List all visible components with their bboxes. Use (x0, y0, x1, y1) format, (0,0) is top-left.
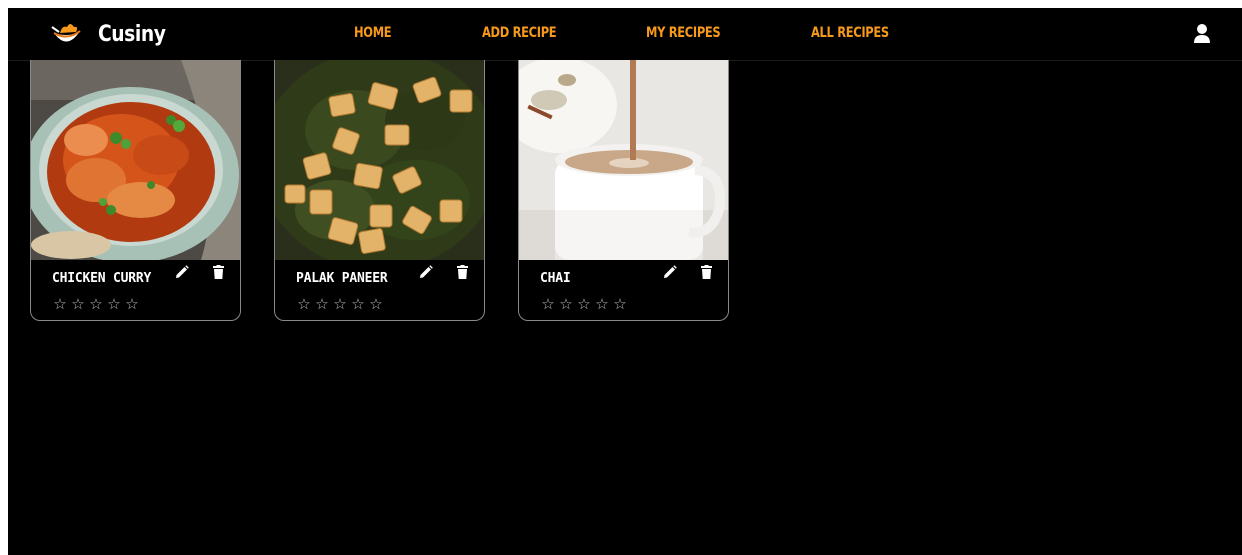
rating-star[interactable]: ☆ (367, 295, 385, 313)
rating-star[interactable]: ☆ (331, 295, 349, 313)
nav-home[interactable]: HOME (354, 25, 392, 41)
nav-all-recipes[interactable]: ALL RECIPES (811, 25, 889, 41)
pencil-icon (176, 265, 189, 278)
trash-icon (700, 265, 712, 279)
delete-button[interactable] (697, 261, 715, 283)
brand-name: Cusiny (98, 21, 166, 47)
nav-add-recipe[interactable]: ADD RECIPE (482, 25, 557, 41)
trash-icon (212, 265, 224, 279)
app-root: Cusiny HOME ADD RECIPE MY RECIPES ALL RE… (8, 8, 1242, 555)
chef-hat-logo-icon (51, 24, 81, 42)
rating-star[interactable]: ☆ (611, 295, 629, 313)
recipe-title: CHICKEN CURRY (52, 271, 152, 286)
pencil-icon (664, 265, 677, 278)
recipe-title: PALAK PANEER (296, 271, 388, 286)
recipe-card-chicken-curry[interactable]: CHICKEN CURRY ☆ ☆ ☆ ☆ ☆ (30, 60, 241, 321)
rating-star[interactable]: ☆ (593, 295, 611, 313)
star-rating: ☆ ☆ ☆ ☆ ☆ (539, 295, 629, 313)
profile-button[interactable] (1191, 22, 1213, 46)
nav-my-recipes[interactable]: MY RECIPES (646, 25, 721, 41)
navbar: Cusiny HOME ADD RECIPE MY RECIPES ALL RE… (8, 8, 1242, 61)
rating-star[interactable]: ☆ (557, 295, 575, 313)
chicken-curry-photo[interactable] (31, 60, 240, 260)
rating-star[interactable]: ☆ (295, 295, 313, 313)
edit-button[interactable] (417, 261, 435, 283)
rating-star[interactable]: ☆ (51, 295, 69, 313)
rating-star[interactable]: ☆ (123, 295, 141, 313)
palak-paneer-photo[interactable] (275, 60, 484, 260)
user-icon (1194, 24, 1210, 43)
trash-icon (456, 265, 468, 279)
chai-photo[interactable] (519, 60, 728, 260)
star-rating: ☆ ☆ ☆ ☆ ☆ (295, 295, 385, 313)
recipe-card-palak-paneer[interactable]: PALAK PANEER ☆ ☆ ☆ ☆ ☆ (274, 60, 485, 321)
rating-star[interactable]: ☆ (87, 295, 105, 313)
delete-button[interactable] (453, 261, 471, 283)
pencil-icon (420, 265, 433, 278)
edit-button[interactable] (661, 261, 679, 283)
edit-button[interactable] (173, 261, 191, 283)
rating-star[interactable]: ☆ (539, 295, 557, 313)
rating-star[interactable]: ☆ (313, 295, 331, 313)
rating-star[interactable]: ☆ (69, 295, 87, 313)
delete-button[interactable] (209, 261, 227, 283)
rating-star[interactable]: ☆ (105, 295, 123, 313)
rating-star[interactable]: ☆ (349, 295, 367, 313)
star-rating: ☆ ☆ ☆ ☆ ☆ (51, 295, 141, 313)
recipe-title: CHAI (540, 271, 571, 286)
brand-logo-link[interactable]: Cusiny (50, 21, 177, 47)
recipe-card-chai[interactable]: CHAI ☆ ☆ ☆ ☆ ☆ (518, 60, 729, 321)
rating-star[interactable]: ☆ (575, 295, 593, 313)
